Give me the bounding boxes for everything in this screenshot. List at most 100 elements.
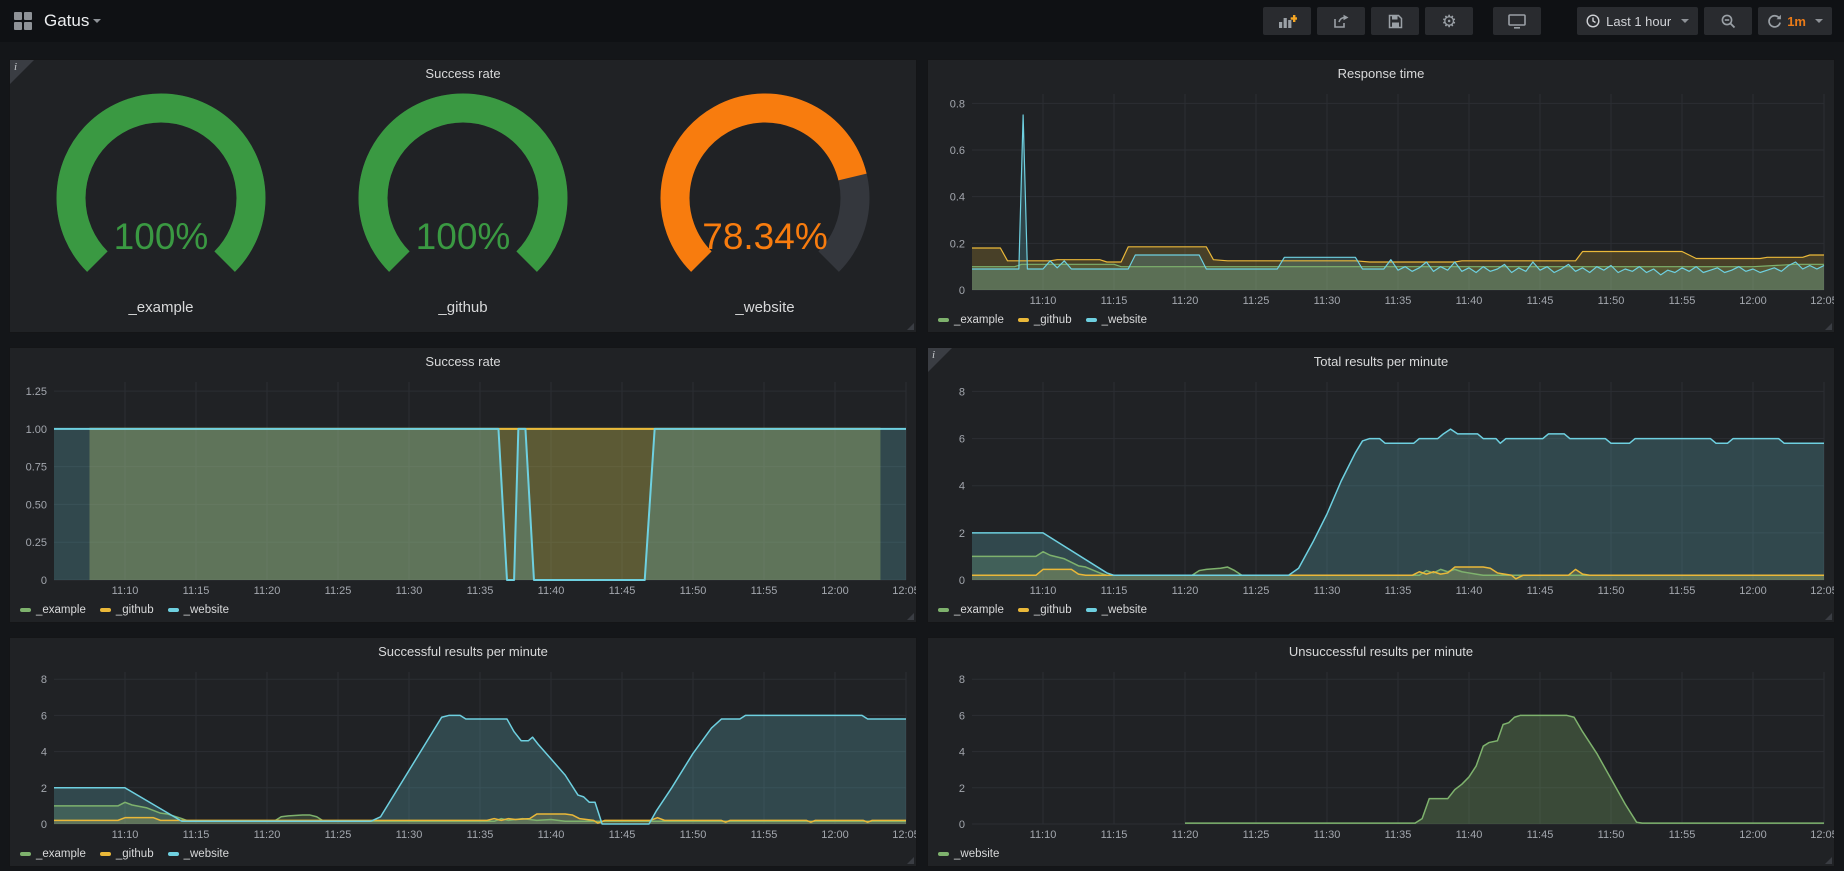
- panel-resize-handle[interactable]: [1825, 857, 1832, 864]
- legend-item-_website[interactable]: _website: [168, 848, 229, 860]
- legend-item-_example[interactable]: _example: [938, 604, 1004, 616]
- panel-title-unsuccessful-results[interactable]: Unsuccessful results per minute: [928, 638, 1834, 664]
- legend-item-_website[interactable]: _website: [168, 604, 229, 616]
- y-axis-label: 1.25: [26, 386, 47, 398]
- x-axis-label: 11:30: [1314, 585, 1341, 597]
- legend-label: _example: [36, 604, 86, 616]
- time-range-label: Last 1 hour: [1606, 14, 1671, 29]
- refresh-interval-label: 1m: [1787, 14, 1806, 29]
- x-axis-label: 11:25: [1243, 585, 1270, 597]
- legend-item-_github[interactable]: _github: [100, 604, 154, 616]
- panel-title-successful-results[interactable]: Successful results per minute: [10, 638, 916, 664]
- chart-unsuccessful-results[interactable]: 0246811:1011:1511:2011:2511:3011:3511:40…: [928, 664, 1834, 844]
- x-axis-label: 11:40: [1456, 829, 1483, 841]
- panel-success-rate-timeseries: Success rate 00.250.500.751.001.2511:101…: [9, 347, 917, 623]
- refresh-interval-button[interactable]: 1m: [1758, 7, 1832, 35]
- gauge-label: _example: [128, 299, 193, 316]
- y-axis-label: 0.4: [950, 192, 965, 204]
- chart-total-results[interactable]: 0246811:1011:1511:2011:2511:3011:3511:40…: [928, 374, 1834, 600]
- x-axis-label: 11:55: [751, 585, 778, 597]
- dashboard-title: Gatus: [44, 11, 89, 31]
- panel-resize-handle[interactable]: [907, 323, 914, 330]
- grafana-dashboard: { "navbar": { "brand": "Gatus", "time_ra…: [0, 0, 1844, 871]
- gauge-label: _github: [438, 299, 487, 316]
- x-axis-label: 11:15: [183, 585, 210, 597]
- panel-title-success-rate-gauges[interactable]: Success rate: [10, 60, 916, 86]
- gauge-value: 100%: [313, 216, 613, 258]
- panel-title-success-rate[interactable]: Success rate: [10, 348, 916, 374]
- x-axis-label: 11:30: [1314, 295, 1341, 307]
- tv-mode-button[interactable]: [1493, 7, 1541, 35]
- x-axis-label: 12:05: [1810, 295, 1834, 307]
- refresh-icon: [1767, 14, 1782, 29]
- time-range-picker[interactable]: Last 1 hour: [1577, 7, 1698, 35]
- x-axis-label: 11:15: [1101, 295, 1128, 307]
- y-axis-label: 0: [959, 575, 965, 587]
- zoom-out-button[interactable]: [1704, 7, 1752, 35]
- legend-label: _example: [36, 848, 86, 860]
- gauge-arc: [313, 88, 613, 293]
- add-panel-button[interactable]: [1263, 7, 1311, 35]
- legend-item-_example[interactable]: _example: [938, 314, 1004, 326]
- legend-label: _website: [184, 604, 229, 616]
- legend-swatch: [20, 852, 31, 856]
- y-axis-label: 0.8: [950, 98, 965, 110]
- legend-item-_github[interactable]: _github: [100, 848, 154, 860]
- x-axis-label: 11:35: [1385, 829, 1412, 841]
- chart-response-time[interactable]: 00.20.40.60.811:1011:1511:2011:2511:3011…: [928, 86, 1834, 310]
- legend-item-_example[interactable]: _example: [20, 848, 86, 860]
- x-axis-label: 11:15: [183, 829, 210, 841]
- legend-swatch: [1086, 608, 1097, 612]
- legend-item-_website[interactable]: _website: [1086, 314, 1147, 326]
- chart-legend: _example _github _website: [928, 310, 1834, 332]
- x-axis-label: 11:10: [112, 829, 139, 841]
- chart-svg: 0246811:1011:1511:2011:2511:3011:3511:40…: [10, 664, 916, 844]
- y-axis-label: 0.50: [26, 499, 47, 511]
- x-axis-label: 11:25: [325, 585, 352, 597]
- panel-info-corner[interactable]: i: [10, 60, 34, 84]
- zoom-out-icon: [1721, 14, 1736, 29]
- panel-resize-handle[interactable]: [1825, 613, 1832, 620]
- dashboard-title-dropdown[interactable]: Gatus: [44, 11, 101, 31]
- save-button[interactable]: [1371, 7, 1419, 35]
- panel-title-response-time[interactable]: Response time: [928, 60, 1834, 86]
- x-axis-label: 11:55: [1669, 829, 1696, 841]
- panel-title-text: Response time: [1338, 66, 1425, 81]
- panel-resize-handle[interactable]: [1825, 323, 1832, 330]
- dashboards-grid-icon[interactable]: [14, 12, 32, 30]
- gauge-arc: [615, 88, 915, 293]
- legend-label: _website: [954, 848, 999, 860]
- panel-title-total-results[interactable]: Total results per minute: [928, 348, 1834, 374]
- x-axis-label: 12:00: [1739, 295, 1767, 307]
- x-axis-label: 11:45: [1527, 829, 1554, 841]
- gauge-value: 78.34%: [615, 216, 915, 258]
- settings-button[interactable]: ⚙: [1425, 7, 1473, 35]
- legend-swatch: [938, 608, 949, 612]
- legend-item-_github[interactable]: _github: [1018, 604, 1072, 616]
- legend-item-_website[interactable]: _website: [1086, 604, 1147, 616]
- legend-label: _website: [1102, 314, 1147, 326]
- chart-successful-results[interactable]: 0246811:1011:1511:2011:2511:3011:3511:40…: [10, 664, 916, 844]
- gauge-arc: [11, 88, 311, 293]
- series-fill-_website: [54, 715, 906, 824]
- share-button[interactable]: [1317, 7, 1365, 35]
- gauge-row: 100% _example 100% _github 78.34% _websi…: [10, 86, 916, 332]
- chart-svg: 00.250.500.751.001.2511:1011:1511:2011:2…: [10, 374, 916, 600]
- legend-item-_website[interactable]: _website: [938, 848, 999, 860]
- x-axis-label: 12:00: [821, 585, 849, 597]
- chart-success-rate[interactable]: 00.250.500.751.001.2511:1011:1511:2011:2…: [10, 374, 916, 600]
- x-axis-label: 11:20: [1172, 585, 1199, 597]
- panel-resize-handle[interactable]: [907, 613, 914, 620]
- legend-label: _website: [1102, 604, 1147, 616]
- x-axis-label: 11:15: [1101, 585, 1128, 597]
- panel-info-corner[interactable]: i: [928, 348, 952, 372]
- legend-item-_github[interactable]: _github: [1018, 314, 1072, 326]
- y-axis-label: 1.00: [26, 424, 47, 436]
- x-axis-label: 11:45: [609, 829, 636, 841]
- legend-swatch: [100, 852, 111, 856]
- gauge-value: 100%: [11, 216, 311, 258]
- legend-item-_example[interactable]: _example: [20, 604, 86, 616]
- panel-resize-handle[interactable]: [907, 857, 914, 864]
- series-fill-_website: [1185, 715, 1824, 824]
- chart-legend: _example _github _website: [10, 600, 916, 622]
